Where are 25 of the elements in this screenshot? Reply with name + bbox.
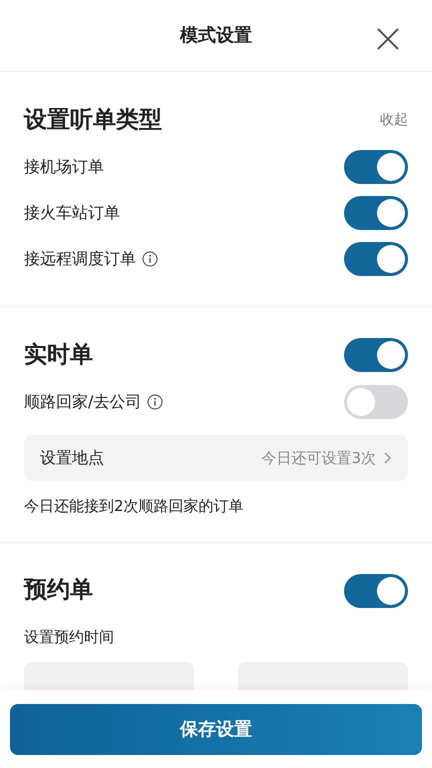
save-button[interactable]: 保存设置 [10, 704, 422, 755]
toggle-switch[interactable] [344, 196, 408, 230]
option-label: 接远程调度订单 [24, 248, 136, 270]
toggle-switch[interactable] [344, 242, 408, 276]
location-setting-row[interactable]: 设置地点 今日还可设置3次 [24, 435, 408, 481]
toggle-switch[interactable] [344, 574, 408, 608]
option-label: 接机场订单 [24, 156, 104, 178]
row-value: 今日还可设置3次 [261, 448, 376, 469]
page-title: 模式设置 [180, 24, 252, 48]
row-label: 设置地点 [40, 447, 104, 469]
section-title: 实时单 [24, 340, 93, 370]
toggle-switch[interactable] [344, 150, 408, 184]
section-title: 预约单 [24, 576, 93, 606]
field-label: 设置预约时间 [24, 627, 114, 648]
option-label: 接火车站订单 [24, 202, 120, 224]
info-icon[interactable] [142, 251, 158, 267]
option-label: 顺路回家/去公司 [24, 391, 142, 413]
chevron-right-icon [384, 452, 392, 464]
info-icon[interactable] [147, 394, 164, 410]
collapse-link[interactable]: 收起 [380, 110, 408, 130]
toggle-switch[interactable] [344, 385, 408, 419]
close-icon[interactable] [377, 28, 399, 50]
toggle-switch[interactable] [344, 338, 408, 372]
section-title: 设置听单类型 [24, 106, 162, 135]
hint-text: 今日还能接到2次顺路回家的订单 [24, 496, 245, 517]
